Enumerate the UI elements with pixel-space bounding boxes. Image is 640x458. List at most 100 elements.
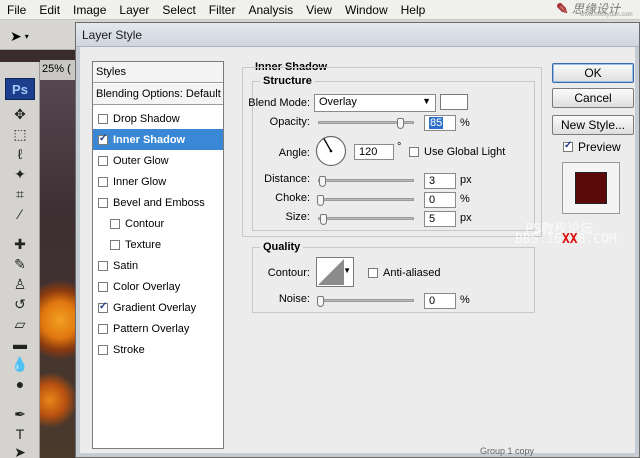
style-item-label: Color Overlay [113, 280, 181, 293]
type-tool-icon[interactable]: T [8, 424, 32, 444]
new-style-button[interactable]: New Style... [552, 115, 634, 135]
choke-slider-thumb[interactable] [317, 195, 324, 206]
cancel-button[interactable]: Cancel [552, 88, 634, 108]
style-item-checkbox[interactable] [98, 260, 108, 271]
style-item-inner-shadow[interactable]: Inner Shadow [93, 129, 223, 150]
path-select-icon[interactable]: ➤ [8, 442, 32, 458]
use-global-light[interactable]: Use Global Light [409, 146, 505, 158]
use-global-light-label: Use Global Light [424, 146, 506, 158]
opacity-label: Opacity: [269, 116, 310, 128]
dialog-title: Layer Style [82, 28, 143, 42]
choke-slider[interactable] [318, 198, 414, 201]
style-item-outer-glow[interactable]: Outer Glow [93, 150, 223, 171]
style-item-stroke[interactable]: Stroke [93, 339, 223, 360]
menu-view[interactable]: View [299, 3, 338, 17]
blending-options-item[interactable]: Blending Options: Default [93, 84, 223, 105]
distance-label: Distance: [264, 173, 310, 185]
style-item-checkbox[interactable] [98, 301, 108, 313]
menu-layer[interactable]: Layer [112, 3, 155, 17]
brush-tool-icon[interactable]: ✎ [8, 254, 32, 274]
preview-toggle[interactable]: Preview [563, 140, 621, 154]
noise-field[interactable]: 0 [424, 293, 456, 309]
angle-field[interactable]: 120 [354, 144, 394, 160]
distance-field[interactable]: 3 [424, 173, 456, 189]
style-item-satin[interactable]: Satin [93, 255, 223, 276]
style-item-drop-shadow[interactable]: Drop Shadow [93, 108, 223, 129]
noise-slider-thumb[interactable] [317, 296, 324, 307]
move-tool-icon[interactable]: ✥ [8, 104, 32, 124]
anti-aliased-checkbox[interactable] [368, 268, 378, 278]
menu-help[interactable]: Help [394, 3, 432, 17]
blend-mode-select[interactable]: Overlay ▼ [314, 94, 436, 112]
style-item-checkbox[interactable] [98, 197, 108, 208]
gradient-tool-icon[interactable]: ▬ [8, 334, 32, 354]
style-item-label: Pattern Overlay [113, 322, 190, 335]
noise-slider[interactable] [318, 299, 414, 302]
distance-slider[interactable] [318, 179, 414, 182]
blur-tool-icon[interactable]: 💧 [8, 354, 32, 374]
style-item-checkbox[interactable] [98, 323, 108, 334]
history-brush-icon[interactable]: ↺ [8, 294, 32, 314]
menu-filter[interactable]: Filter [202, 3, 242, 17]
style-item-gradient-overlay[interactable]: Gradient Overlay [93, 297, 223, 318]
style-item-checkbox[interactable] [110, 218, 120, 229]
anti-aliased[interactable]: Anti-aliased [368, 267, 440, 279]
menu-window[interactable]: Window [338, 3, 394, 17]
contour-linear-icon [318, 259, 344, 285]
move-tool-preset[interactable]: ➤ ▾ [10, 26, 46, 46]
contour-picker[interactable]: ▼ [316, 257, 354, 287]
dodge-tool-icon[interactable]: ● [8, 374, 32, 394]
style-item-checkbox[interactable] [98, 344, 108, 355]
opacity-slider-thumb[interactable] [396, 118, 404, 129]
choke-field[interactable]: 0 [424, 192, 456, 208]
angle-dial[interactable] [315, 135, 347, 167]
structure-title: Structure [260, 75, 315, 87]
clone-stamp-icon[interactable]: ♙ [8, 274, 32, 294]
use-global-light-checkbox[interactable] [409, 147, 419, 157]
style-item-texture[interactable]: Texture [93, 234, 223, 255]
menu-select[interactable]: Select [155, 3, 201, 17]
style-item-bevel-and-emboss[interactable]: Bevel and Emboss [93, 192, 223, 213]
style-item-checkbox[interactable] [110, 239, 120, 250]
style-item-inner-glow[interactable]: Inner Glow [93, 171, 223, 192]
style-item-checkbox[interactable] [98, 155, 108, 166]
style-item-label: Texture [125, 238, 162, 251]
eraser-icon[interactable]: ▱ [8, 314, 32, 334]
style-item-checkbox[interactable] [98, 113, 108, 124]
preview-label: Preview [578, 140, 621, 154]
menu-bar: File Edit Image Layer Select Filter Analysis Vi… [0, 0, 640, 20]
menu-image[interactable]: Image [66, 3, 112, 17]
pen-tool-icon[interactable]: ✒ [8, 404, 32, 424]
menu-file[interactable]: File [0, 3, 32, 17]
preview-checkbox[interactable] [563, 140, 573, 152]
blend-mode-label: Blend Mode: [248, 97, 310, 109]
dialog-titlebar[interactable]: Layer Style [76, 23, 639, 47]
crop-tool-icon[interactable]: ⌗ [8, 184, 32, 204]
menu-analysis[interactable]: Analysis [241, 3, 299, 17]
size-slider[interactable] [318, 217, 414, 220]
style-item-contour[interactable]: Contour [93, 213, 223, 234]
opacity-field[interactable]: 85 [424, 115, 456, 131]
shadow-color-swatch[interactable] [440, 94, 468, 110]
brand-logo: ✎ 思缘设计 www.missyuan.com [550, 0, 640, 20]
size-slider-thumb[interactable] [320, 214, 327, 225]
style-item-checkbox[interactable] [98, 176, 108, 187]
style-item-checkbox[interactable] [98, 133, 108, 145]
lasso-tool-icon[interactable]: ℓ [8, 144, 32, 164]
healing-brush-icon[interactable]: ✚ [8, 234, 32, 254]
styles-header[interactable]: Styles [93, 62, 223, 83]
eyedropper-icon[interactable]: ⁄ [8, 204, 32, 224]
document-tab[interactable]: 25% ( [40, 60, 80, 80]
style-item-checkbox[interactable] [98, 281, 108, 292]
ok-button[interactable]: OK [552, 63, 634, 83]
magic-wand-icon[interactable]: ✦ [8, 164, 32, 184]
menu-edit[interactable]: Edit [32, 3, 66, 17]
style-item-pattern-overlay[interactable]: Pattern Overlay [93, 318, 223, 339]
style-item-label: Inner Glow [113, 175, 167, 188]
marquee-tool-icon[interactable]: ⬚ [8, 124, 32, 144]
distance-slider-thumb[interactable] [319, 176, 326, 187]
size-field[interactable]: 5 [424, 211, 456, 227]
opacity-unit: % [460, 117, 470, 129]
style-item-color-overlay[interactable]: Color Overlay [93, 276, 223, 297]
chevron-down-icon: ▼ [422, 96, 431, 106]
